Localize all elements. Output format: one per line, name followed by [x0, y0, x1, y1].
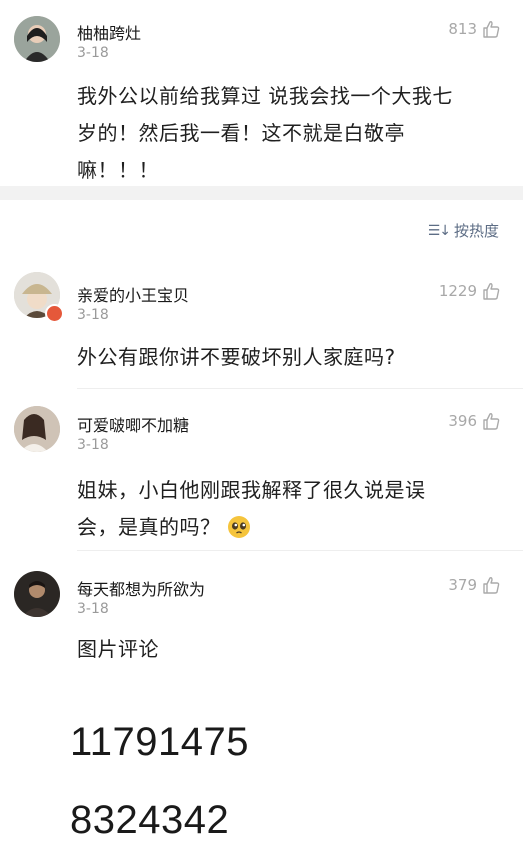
- comment-separator: [77, 388, 523, 389]
- comment-username[interactable]: 柚柚跨灶: [77, 20, 141, 44]
- image-comment-number: 8324342: [70, 798, 230, 842]
- like-button[interactable]: 1229: [439, 281, 501, 301]
- comment-text: 我外公以前给我算过 说我会找一个大我七 岁的！然后我一看！这不就是白敬亭 嘛！！…: [77, 78, 497, 189]
- comment-text-line: 我外公以前给我算过 说我会找一个大我七: [77, 84, 453, 108]
- like-count: 396: [448, 412, 477, 430]
- comment-text: 姐妹，小白他刚跟我解释了很久说是误 会，是真的吗？: [77, 472, 497, 546]
- thumbs-up-icon: [483, 283, 500, 300]
- comment-text-line: 外公有跟你讲不要破坏别人家庭吗?: [77, 345, 396, 369]
- comment-text-line: 会，是真的吗？: [77, 515, 221, 539]
- avatar[interactable]: [14, 571, 60, 617]
- comment-date: 3-18: [77, 45, 109, 61]
- verified-badge: [45, 304, 64, 323]
- comment-text-line-with-emoji: 会，是真的吗？: [77, 509, 497, 546]
- like-button[interactable]: 813: [448, 19, 501, 39]
- comment-text-line: 嘛！！！: [77, 158, 159, 182]
- comment-text-line: 岁的！然后我一看！这不就是白敬亭: [77, 121, 405, 145]
- comment-separator: [77, 550, 523, 551]
- comment-text: 图片评论: [77, 631, 497, 668]
- like-count: 379: [448, 576, 477, 594]
- comment-username[interactable]: 可爱啵唧不加糖: [77, 412, 189, 436]
- comment-date: 3-18: [77, 437, 109, 453]
- comment-username[interactable]: 每天都想为所欲为: [77, 576, 205, 600]
- section-divider: [0, 186, 523, 200]
- sort-label: 按热度: [453, 222, 499, 240]
- sort-lines-icon: ☰↓: [427, 222, 451, 239]
- comment-text-line: 姐妹，小白他刚跟我解释了很久说是误: [77, 478, 426, 502]
- like-button[interactable]: 379: [448, 575, 501, 595]
- like-count: 813: [448, 20, 477, 38]
- comment-date: 3-18: [77, 307, 109, 323]
- comment-text-line: 图片评论: [77, 637, 159, 661]
- image-comment-number: 11791475: [70, 720, 249, 764]
- comment-text: 外公有跟你讲不要破坏别人家庭吗?: [77, 339, 497, 376]
- thumbs-up-icon: [483, 577, 500, 594]
- avatar[interactable]: [14, 16, 60, 62]
- pleading-face-emoji: [228, 516, 251, 538]
- thumbs-up-icon: [483, 413, 500, 430]
- comment-username[interactable]: 亲爱的小王宝贝: [77, 282, 189, 306]
- avatar[interactable]: [14, 406, 60, 452]
- sort-by-hot-button[interactable]: ☰↓ 按热度: [428, 220, 499, 241]
- like-button[interactable]: 396: [448, 411, 501, 431]
- thumbs-up-icon: [483, 21, 500, 38]
- like-count: 1229: [438, 282, 477, 300]
- comment-date: 3-18: [77, 601, 109, 617]
